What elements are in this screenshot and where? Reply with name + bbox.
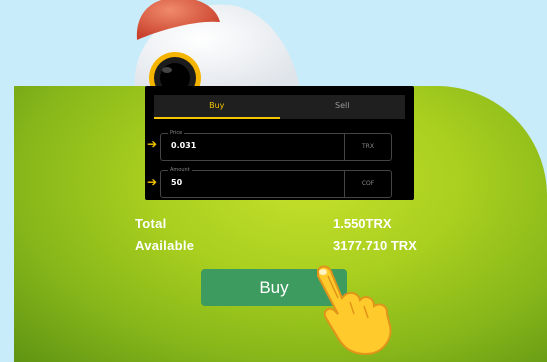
- price-field[interactable]: Price 0.031 TRX: [160, 129, 392, 161]
- amount-legend: Amount: [168, 166, 192, 174]
- total-value: 1.550TRX: [333, 216, 392, 231]
- amount-value[interactable]: 50: [171, 178, 182, 187]
- pointing-hand-icon: [317, 265, 392, 356]
- price-legend: Price: [168, 129, 185, 137]
- tab-bar: Buy Sell: [154, 95, 405, 119]
- available-label: Available: [135, 238, 195, 253]
- trade-card: Buy Sell ➔ Price 0.031 TRX ➔ Amount 50 C…: [145, 86, 414, 200]
- arrow-right-icon: ➔: [147, 137, 158, 151]
- tab-sell[interactable]: Sell: [280, 95, 406, 119]
- tab-buy[interactable]: Buy: [154, 95, 280, 119]
- amount-field[interactable]: Amount 50 COF: [160, 166, 392, 198]
- amount-unit: COF: [344, 171, 391, 197]
- available-value: 3177.710 TRX: [333, 238, 417, 253]
- price-unit: TRX: [344, 134, 391, 160]
- price-value[interactable]: 0.031: [171, 141, 196, 150]
- total-label: Total: [135, 216, 167, 231]
- arrow-right-icon: ➔: [147, 175, 158, 189]
